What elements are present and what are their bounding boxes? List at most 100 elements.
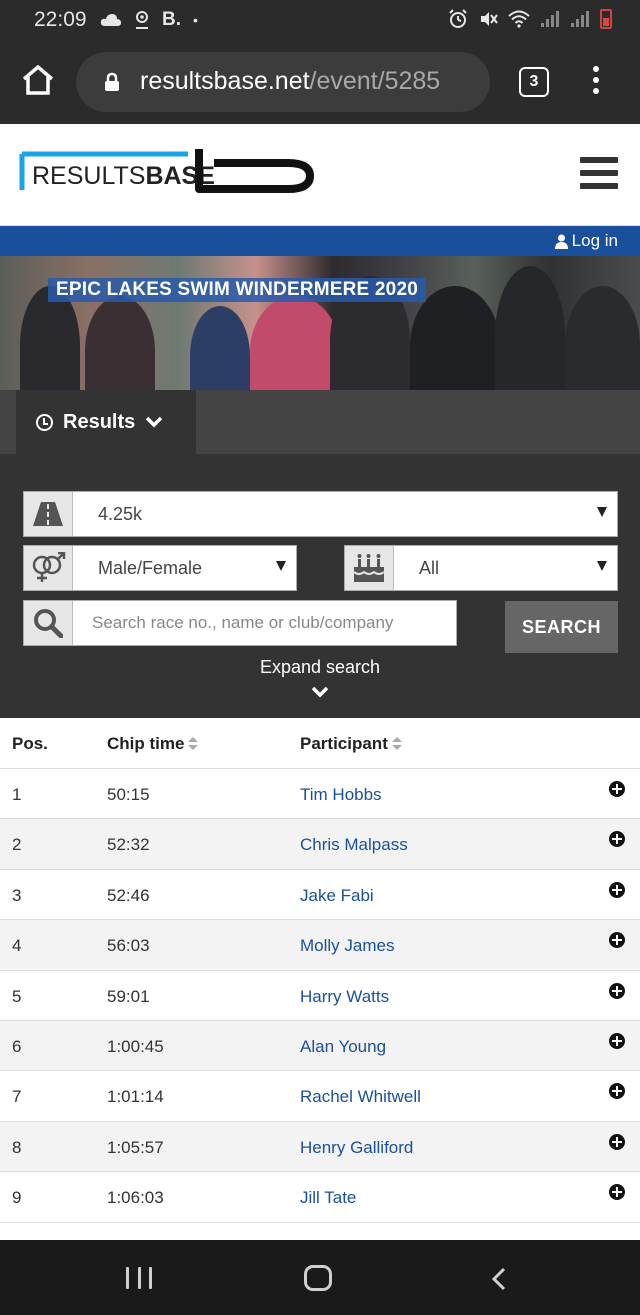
- sort-icon: [391, 737, 402, 751]
- participant-link[interactable]: Chris Malpass: [300, 835, 408, 855]
- b-app-icon: B.: [162, 9, 181, 30]
- tab-switcher-button[interactable]: 3: [519, 67, 549, 97]
- table-row: 4 56:03 Molly James: [0, 920, 640, 971]
- alarm-icon: [449, 9, 467, 28]
- expand-row-icon[interactable]: [609, 881, 625, 898]
- banner-title: EPIC LAKES SWIM WINDERMERE 2020: [48, 278, 426, 302]
- caret-down-icon: [276, 561, 286, 571]
- expand-row-icon[interactable]: [609, 932, 625, 949]
- participant-link[interactable]: Henry Galliford: [300, 1138, 413, 1158]
- row-chip-time: 1:06:03: [107, 1188, 164, 1208]
- participant-link[interactable]: Tim Hobbs: [300, 785, 382, 805]
- site-header: RESULTSBASE: [0, 124, 640, 226]
- column-header-pos-label: Pos.: [12, 734, 48, 753]
- expand-row-icon[interactable]: [609, 1133, 625, 1150]
- event-banner: EPIC LAKES SWIM WINDERMERE 2020: [0, 256, 640, 390]
- signal-icon: [541, 11, 559, 27]
- system-nav-bar: [0, 1240, 640, 1315]
- search-button[interactable]: SEARCH: [505, 601, 618, 653]
- column-header-chip-time-label: Chip time: [107, 734, 185, 753]
- column-header-participant-label: Participant: [300, 734, 388, 753]
- expand-row-icon[interactable]: [609, 1083, 625, 1100]
- expand-search-link[interactable]: Expand search: [0, 657, 640, 678]
- status-left-icons: B. •: [100, 9, 198, 31]
- row-pos: 3: [12, 885, 22, 905]
- table-row: 6 1:00:45 Alan Young: [0, 1020, 640, 1072]
- table-row: 5 59:01 Harry Watts: [0, 971, 640, 1021]
- row-chip-time: 59:01: [107, 986, 150, 1006]
- clock-icon: [36, 413, 53, 431]
- caret-down-icon: [597, 507, 607, 517]
- cloud-icon: [100, 14, 121, 26]
- home-nav-icon[interactable]: [304, 1265, 332, 1291]
- browser-menu-icon[interactable]: [592, 66, 600, 98]
- lock-icon: [105, 72, 119, 91]
- notification-dot-icon: •: [193, 12, 198, 28]
- table-row: 9 1:06:03 Jill Tate: [0, 1172, 640, 1223]
- expand-row-icon[interactable]: [609, 982, 625, 999]
- hamburger-menu-icon[interactable]: [580, 157, 618, 189]
- table-row: 1 50:15 Tim Hobbs: [0, 769, 640, 820]
- chevron-down-icon: [146, 416, 163, 428]
- wifi-icon: [508, 10, 530, 28]
- table-row: 8 1:05:57 Henry Galliford: [0, 1121, 640, 1173]
- column-header-pos: Pos.: [12, 734, 48, 754]
- account-strip: Log in: [0, 226, 640, 256]
- tab-results[interactable]: Results: [16, 390, 196, 454]
- battery-icon: [600, 9, 612, 29]
- gender-value: Male/Female: [98, 558, 203, 578]
- table-body: 1 50:15 Tim Hobbs 2 52:32 Chris Malpass 3 52:…: [0, 769, 640, 1223]
- expand-row-icon[interactable]: [609, 1184, 625, 1201]
- row-chip-time: 52:46: [107, 885, 150, 905]
- recents-icon[interactable]: [126, 1267, 152, 1289]
- status-time: 22:09: [34, 8, 87, 31]
- login-link[interactable]: Log in: [554, 231, 618, 251]
- caret-down-icon: [597, 561, 607, 571]
- table-header: Pos. Chip time Participant: [0, 718, 640, 769]
- row-chip-time: 52:32: [107, 835, 150, 855]
- search-input[interactable]: [74, 601, 456, 645]
- filter-panel: 4.25k Male/Female All SEARCH Expand sear…: [0, 454, 640, 718]
- row-pos: 5: [12, 986, 22, 1006]
- row-chip-time: 1:01:14: [107, 1087, 164, 1107]
- column-header-chip-time[interactable]: Chip time: [107, 734, 199, 754]
- address-bar[interactable]: resultsbase.net/event/5285: [76, 52, 490, 112]
- sort-icon: [188, 737, 199, 751]
- row-pos: 6: [12, 1036, 22, 1056]
- age-category-select[interactable]: All: [344, 545, 618, 591]
- column-header-participant[interactable]: Participant: [300, 734, 402, 754]
- chevron-down-icon[interactable]: [311, 686, 329, 698]
- expand-row-icon[interactable]: [609, 1032, 625, 1049]
- participant-link[interactable]: Molly James: [300, 936, 394, 956]
- mute-icon: [481, 12, 498, 26]
- expand-row-icon[interactable]: [609, 831, 625, 848]
- road-icon: [24, 492, 73, 536]
- status-bar: 22:09 B. •: [0, 0, 640, 40]
- gender-select[interactable]: Male/Female: [23, 545, 297, 591]
- participant-link[interactable]: Jake Fabi: [300, 886, 374, 906]
- table-row: 7 1:01:14 Rachel Whitwell: [0, 1071, 640, 1122]
- participant-link[interactable]: Harry Watts: [300, 987, 389, 1007]
- distance-select[interactable]: 4.25k: [23, 491, 618, 537]
- row-chip-time: 56:03: [107, 936, 150, 956]
- row-chip-time: 1:05:57: [107, 1137, 164, 1157]
- expand-row-icon[interactable]: [609, 781, 625, 797]
- age-category-value: All: [419, 558, 440, 578]
- home-icon[interactable]: [20, 62, 56, 98]
- status-right-icons: [448, 9, 612, 29]
- participant-link[interactable]: Alan Young: [300, 1037, 386, 1057]
- search-field: [23, 600, 457, 646]
- resultsbase-logo[interactable]: RESULTSBASE: [18, 146, 318, 202]
- participant-link[interactable]: Rachel Whitwell: [300, 1087, 421, 1107]
- table-row: 2 52:32 Chris Malpass: [0, 819, 640, 870]
- row-pos: 1: [12, 785, 22, 804]
- search-icon: [24, 601, 73, 645]
- row-chip-time: 1:00:45: [107, 1036, 164, 1056]
- url-path: /event/5285: [309, 67, 441, 95]
- row-pos: 9: [12, 1188, 22, 1208]
- distance-value: 4.25k: [98, 504, 143, 524]
- participant-link[interactable]: Jill Tate: [300, 1188, 356, 1208]
- back-icon[interactable]: [490, 1267, 508, 1291]
- location-icon: [136, 11, 148, 29]
- row-chip-time: 50:15: [107, 785, 150, 804]
